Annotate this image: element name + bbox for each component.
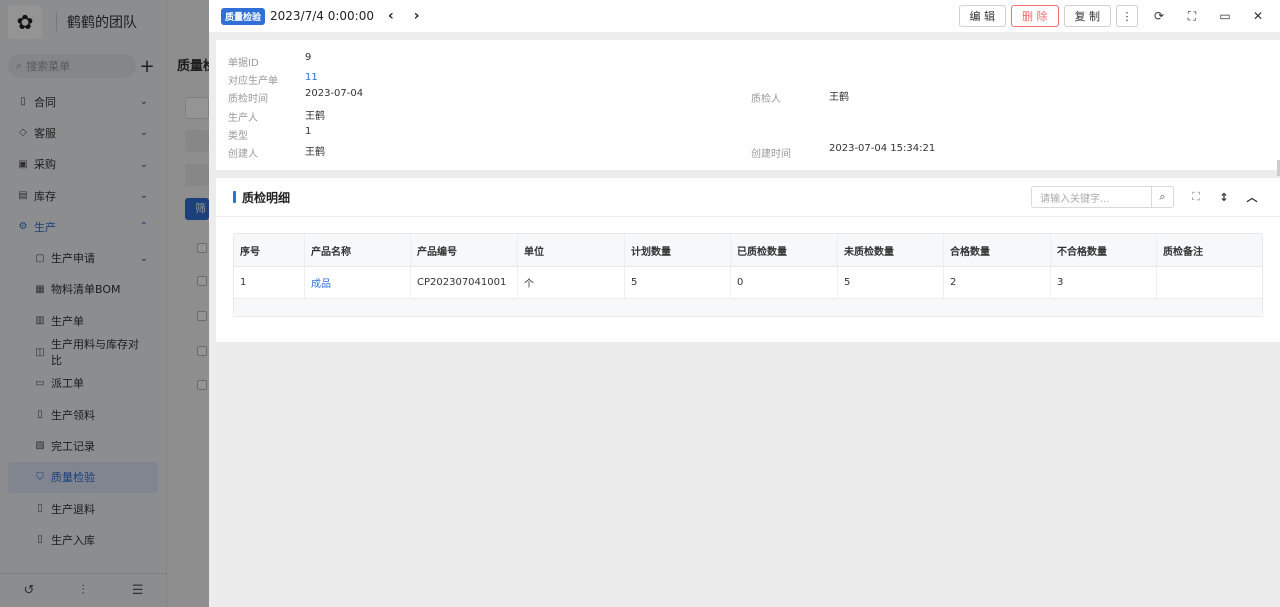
next-record-icon[interactable]: › — [414, 8, 420, 24]
detail-card-header: 质检明细 请输入关键字... ⌕ ⛶ ↕ ︿ — [216, 178, 1280, 217]
table-footer — [234, 299, 1262, 316]
cell-unit: 个 — [518, 267, 625, 299]
cell-qualified-qty: 2 — [944, 267, 1051, 299]
col-header[interactable]: 合格数量 — [944, 234, 1051, 267]
field-label: 类型 — [228, 131, 248, 142]
col-header[interactable]: 计划数量 — [625, 234, 731, 267]
col-header[interactable]: 质检备注 — [1157, 234, 1262, 267]
col-header[interactable]: 产品编号 — [411, 234, 518, 267]
prev-record-icon[interactable]: ‹ — [388, 8, 394, 24]
drawer-actions: 编 辑 删 除 复 制 ⋮ ⟳ ⛶ ▭ ✕ — [958, 5, 1271, 27]
field-value: 王鹤 — [829, 92, 849, 103]
field-value: 1 — [305, 126, 312, 137]
field-value: 2023-07-04 — [305, 88, 364, 99]
info-card: 单据ID 9 对应生产单 11 质检时间 2023-07-04 生产人 王鹤 类… — [216, 40, 1280, 170]
fullscreen-icon[interactable]: ⛶ — [1180, 9, 1204, 24]
delete-button[interactable]: 删 除 — [1011, 5, 1059, 27]
expand-icon[interactable]: ⛶ — [1182, 190, 1210, 204]
col-header[interactable]: 单位 — [518, 234, 625, 267]
col-header[interactable]: 序号 — [234, 234, 305, 267]
field-label: 创建时间 — [751, 149, 791, 160]
cell-index: 1 — [234, 267, 305, 299]
cell-uninspected-qty: 5 — [838, 267, 944, 299]
refresh-icon[interactable]: ⟳ — [1147, 9, 1171, 23]
inspection-detail-card: 质检明细 请输入关键字... ⌕ ⛶ ↕ ︿ 序号 产品名称 产品编号 单位 计… — [216, 178, 1280, 342]
copy-button[interactable]: 复 制 — [1063, 5, 1111, 27]
detail-table: 序号 产品名称 产品编号 单位 计划数量 已质检数量 未质检数量 合格数量 不合… — [233, 233, 1263, 317]
field-value: 王鹤 — [305, 147, 325, 158]
field-label: 对应生产单 — [228, 76, 278, 87]
cell-inspected-qty: 0 — [731, 267, 838, 299]
table-row[interactable]: 1 成品 CP202307041001 个 5 0 5 2 3 — [234, 267, 1262, 299]
layout-icon[interactable]: ▭ — [1213, 9, 1237, 23]
doc-type-badge: 质量检验 — [221, 7, 266, 25]
table-footer-cell — [234, 299, 1262, 316]
product-name-link[interactable]: 成品 — [305, 267, 411, 299]
field-value: 2023-07-04 15:34:21 — [829, 143, 936, 154]
search-icon[interactable]: ⌕ — [1152, 186, 1174, 208]
field-label: 质检人 — [751, 94, 781, 105]
keyword-placeholder: 请输入关键字... — [1040, 193, 1110, 205]
edit-button[interactable]: 编 辑 — [958, 5, 1006, 27]
col-header[interactable]: 产品名称 — [305, 234, 411, 267]
section-title: 质检明细 — [242, 190, 291, 205]
col-header[interactable]: 已质检数量 — [731, 234, 838, 267]
cell-remark — [1157, 267, 1262, 299]
close-icon[interactable]: ✕ — [1246, 9, 1270, 23]
drawer-mask[interactable] — [0, 0, 209, 607]
table-header-row: 序号 产品名称 产品编号 单位 计划数量 已质检数量 未质检数量 合格数量 不合… — [234, 234, 1262, 267]
drawer-title: 2023/7/4 0:00:00 — [270, 9, 374, 23]
cell-unqualified-qty: 3 — [1051, 267, 1157, 299]
col-header[interactable]: 不合格数量 — [1051, 234, 1157, 267]
field-value: 王鹤 — [305, 111, 325, 122]
cell-planned-qty: 5 — [625, 267, 731, 299]
field-label: 质检时间 — [228, 94, 268, 105]
keyword-search-input[interactable]: 请输入关键字... — [1031, 186, 1152, 208]
field-value: 9 — [305, 52, 312, 63]
drawer-header: 质量检验 2023/7/4 0:00:00 ‹ › 编 辑 删 除 复 制 ⋮ … — [209, 0, 1280, 33]
chevron-up-icon[interactable]: ︿ — [1238, 189, 1266, 205]
field-label: 单据ID — [228, 58, 259, 69]
field-label: 创建人 — [228, 149, 258, 160]
detail-tools: 请输入关键字... ⌕ ⛶ ↕ ︿ — [1031, 186, 1266, 208]
more-icon[interactable]: ⋮ — [1116, 5, 1138, 27]
detail-drawer: 质量检验 2023/7/4 0:00:00 ‹ › 编 辑 删 除 复 制 ⋮ … — [209, 0, 1280, 607]
production-order-link[interactable]: 11 — [305, 72, 318, 83]
cell-product-code: CP202307041001 — [411, 267, 518, 299]
section-marker — [233, 191, 236, 203]
field-label: 生产人 — [228, 113, 258, 124]
col-header[interactable]: 未质检数量 — [838, 234, 944, 267]
row-height-icon[interactable]: ↕ — [1210, 191, 1238, 204]
